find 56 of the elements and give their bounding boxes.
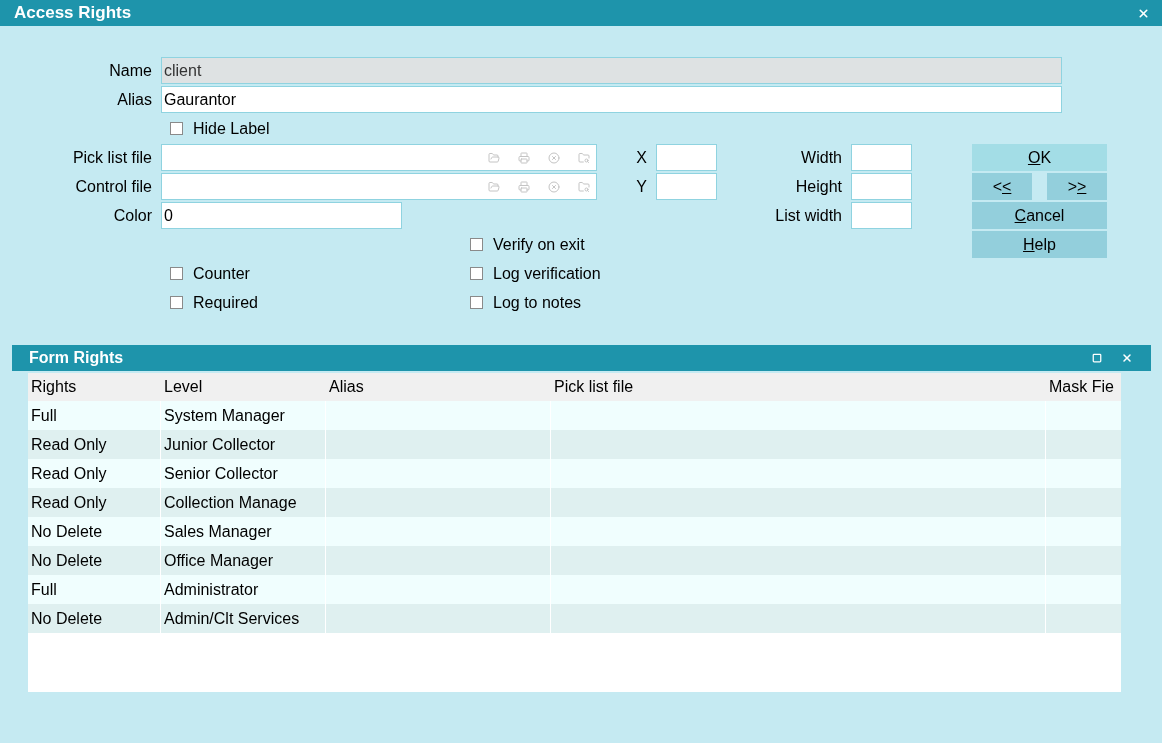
field-label: Alias xyxy=(117,89,152,110)
column-header[interactable]: Pick list file xyxy=(551,373,1046,401)
panel-title: Form Rights xyxy=(29,348,124,368)
field-label: X xyxy=(636,147,647,168)
table-cell: No Delete xyxy=(28,604,161,633)
dialog-button[interactable]: >> xyxy=(1047,173,1107,200)
input-field[interactable] xyxy=(656,173,717,200)
column-header[interactable]: Alias xyxy=(326,373,551,401)
input-field[interactable] xyxy=(656,144,717,171)
printer-icon[interactable] xyxy=(518,180,530,193)
folder-icon[interactable] xyxy=(488,151,500,164)
input-field[interactable] xyxy=(851,173,912,200)
printer-icon[interactable] xyxy=(518,151,530,164)
window-title: Access Rights xyxy=(14,2,132,25)
maximize-icon[interactable] xyxy=(1092,353,1102,363)
checkbox[interactable] xyxy=(170,122,183,135)
field-label: Color xyxy=(113,205,152,226)
close-icon[interactable] xyxy=(1121,352,1133,364)
field-label: Name xyxy=(109,60,152,81)
field-label: Pick list file xyxy=(72,147,152,168)
field-label: Control file xyxy=(75,176,152,197)
file-input-field[interactable] xyxy=(161,173,597,200)
checkbox[interactable] xyxy=(470,267,483,280)
folder-icon[interactable] xyxy=(488,180,500,193)
checkbox[interactable] xyxy=(170,296,183,309)
input-field[interactable] xyxy=(851,202,912,229)
dialog-button[interactable]: Help xyxy=(972,231,1107,258)
column-header[interactable]: Mask Fie xyxy=(1046,373,1121,401)
folder-search-icon[interactable] xyxy=(578,180,590,193)
checkbox-label: Log verification xyxy=(493,263,601,284)
file-input-field[interactable] xyxy=(161,144,597,171)
input-field[interactable]: 0 xyxy=(161,202,402,229)
checkbox[interactable] xyxy=(470,238,483,251)
checkbox[interactable] xyxy=(470,296,483,309)
table-cell: Admin/Clt Services xyxy=(161,604,326,633)
checkbox-label: Counter xyxy=(193,263,250,284)
field-label: List width xyxy=(775,205,842,226)
clear-icon[interactable] xyxy=(548,151,560,164)
clear-icon[interactable] xyxy=(548,180,560,193)
checkbox-label: Hide Label xyxy=(193,118,270,139)
folder-search-icon[interactable] xyxy=(578,151,590,164)
close-icon[interactable] xyxy=(1137,6,1150,20)
checkbox-label: Verify on exit xyxy=(493,234,585,255)
dialog-button[interactable]: Cancel xyxy=(972,202,1107,229)
field-label: Y xyxy=(636,176,647,197)
field-label: Height xyxy=(795,176,842,197)
dialog-button[interactable]: << xyxy=(972,173,1032,200)
column-header[interactable]: Level xyxy=(161,373,326,401)
field-label: Width xyxy=(801,147,842,168)
checkbox[interactable] xyxy=(170,267,183,280)
input-field[interactable]: Gaurantor xyxy=(161,86,1062,113)
dialog-button[interactable]: OK xyxy=(972,144,1107,171)
column-header[interactable]: Rights xyxy=(28,373,161,401)
input-field[interactable] xyxy=(851,144,912,171)
checkbox-label: Log to notes xyxy=(493,292,582,313)
checkbox-label: Required xyxy=(193,292,258,313)
